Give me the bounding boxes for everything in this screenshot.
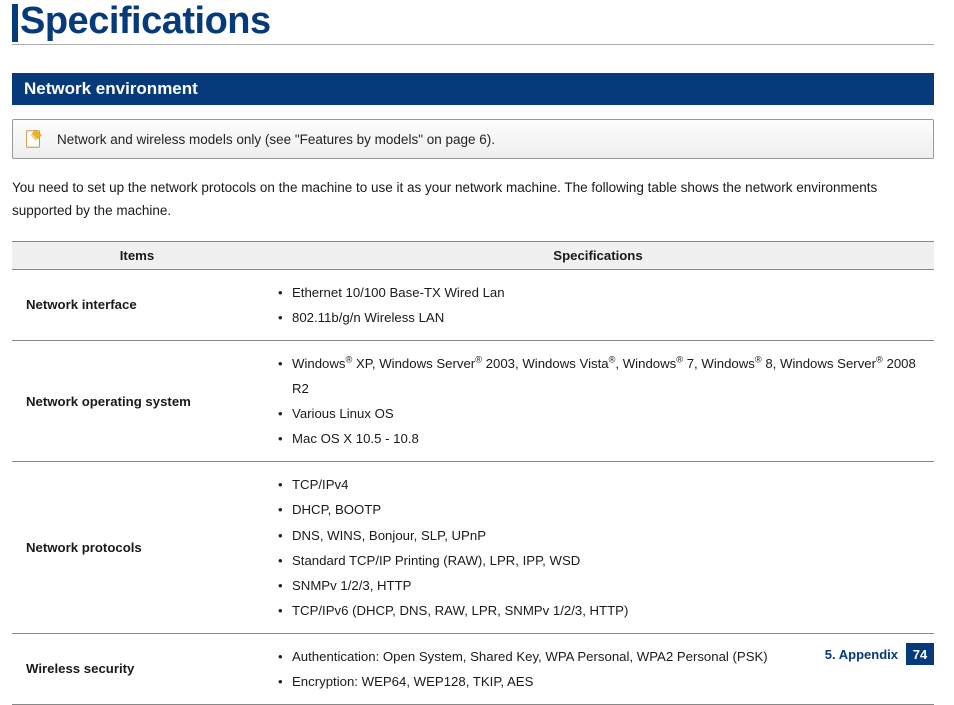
row-spec-cell: Windows® XP, Windows Server® 2003, Windo… — [262, 341, 934, 462]
intro-text: You need to set up the network protocols… — [12, 177, 934, 223]
table-row: Network interface Ethernet 10/100 Base-TX… — [12, 269, 934, 340]
spec-list: Ethernet 10/100 Base-TX Wired Lan802.11b… — [276, 280, 920, 330]
note-box: Network and wireless models only (see "F… — [12, 119, 934, 159]
spec-list-item: Standard TCP/IP Printing (RAW), LPR, IPP… — [276, 548, 920, 573]
spec-list-item: TCP/IPv4 — [276, 472, 920, 497]
col-header-specs: Specifications — [262, 241, 934, 269]
title-row: Specifications — [12, 0, 934, 45]
spec-list-item: DHCP, BOOTP — [276, 497, 920, 522]
col-header-items: Items — [12, 241, 262, 269]
table-row: Wireless security Authentication: Open Sy… — [12, 633, 934, 704]
spec-list-item: Windows® XP, Windows Server® 2003, Windo… — [276, 351, 920, 401]
row-item-name: Network protocols — [12, 462, 262, 633]
section-header: Network environment — [12, 73, 934, 105]
spec-list: Authentication: Open System, Shared Key,… — [276, 644, 920, 694]
footer: 5. Appendix 74 — [825, 643, 934, 665]
spec-list-item: Authentication: Open System, Shared Key,… — [276, 644, 920, 669]
row-spec-cell: TCP/IPv4DHCP, BOOTPDNS, WINS, Bonjour, S… — [262, 462, 934, 633]
spec-list-item: TCP/IPv6 (DHCP, DNS, RAW, LPR, SNMPv 1/2… — [276, 598, 920, 623]
footer-page-number: 74 — [906, 643, 934, 665]
spec-list-item: Various Linux OS — [276, 401, 920, 426]
table-row: Network protocolsTCP/IPv4DHCP, BOOTPDNS,… — [12, 462, 934, 633]
spec-list: Windows® XP, Windows Server® 2003, Windo… — [276, 351, 920, 451]
spec-table: Items Specifications Network interface Et… — [12, 241, 934, 705]
row-item-name: Network interface — [12, 269, 262, 340]
spec-list-item: Mac OS X 10.5 - 10.8 — [276, 426, 920, 451]
row-item-name: Network operating system — [12, 341, 262, 462]
title-accent-bar — [12, 4, 18, 42]
footer-chapter: 5. Appendix — [825, 647, 898, 662]
spec-list-item: Encryption: WEP64, WEP128, TKIP, AES — [276, 669, 920, 694]
note-text: Network and wireless models only (see "F… — [57, 132, 495, 147]
page-title: Specifications — [20, 0, 271, 40]
note-icon — [23, 128, 45, 150]
spec-list-item: 802.11b/g/n Wireless LAN — [276, 305, 920, 330]
spec-list-item: DNS, WINS, Bonjour, SLP, UPnP — [276, 523, 920, 548]
spec-list-item: Ethernet 10/100 Base-TX Wired Lan — [276, 280, 920, 305]
row-spec-cell: Ethernet 10/100 Base-TX Wired Lan802.11b… — [262, 269, 934, 340]
table-row: Network operating system Windows® XP, Win… — [12, 341, 934, 462]
spec-list-item: SNMPv 1/2/3, HTTP — [276, 573, 920, 598]
row-item-name: Wireless security — [12, 633, 262, 704]
spec-list: TCP/IPv4DHCP, BOOTPDNS, WINS, Bonjour, S… — [276, 472, 920, 622]
